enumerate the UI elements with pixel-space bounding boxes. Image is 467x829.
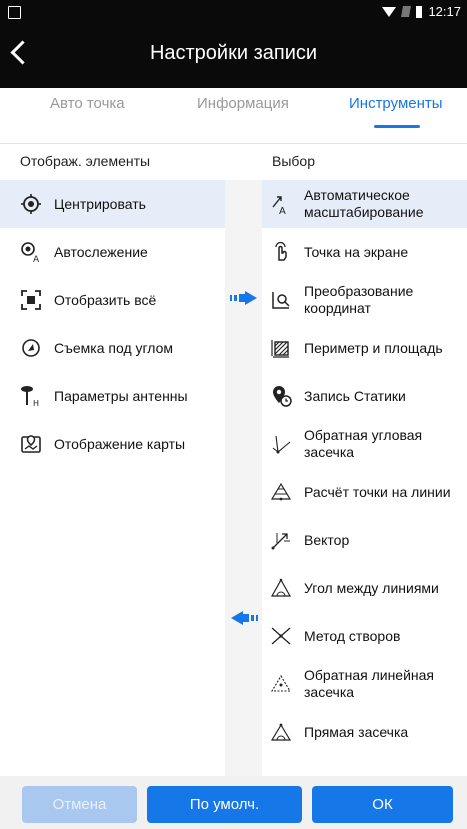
tab-information[interactable]: Информация xyxy=(197,95,289,112)
app-bar: Настройки записи xyxy=(0,24,467,88)
svg-text:A: A xyxy=(33,255,40,263)
list-item-show-all[interactable]: Отобразить всё xyxy=(0,276,225,324)
list-item-angle-between-lines[interactable]: Угол между линиями xyxy=(262,564,467,612)
list-item-label: Прямая засечка xyxy=(304,723,409,740)
list-item-tilt-survey[interactable]: Съемка под углом xyxy=(0,324,225,372)
list-item-antenna-params[interactable]: H Параметры антенны xyxy=(0,372,225,420)
list-item-label: Автоматическое масштабирование xyxy=(304,187,424,220)
selection-list: A Автоматическое масштабирование Точка н… xyxy=(262,180,467,756)
linear-resection-icon xyxy=(270,673,292,695)
list-item-auto-scaling[interactable]: A Автоматическое масштабирование xyxy=(262,180,467,228)
cancel-button[interactable]: Отмена xyxy=(22,786,137,823)
list-item-screen-point[interactable]: Точка на экране xyxy=(262,228,467,276)
vector-icon xyxy=(270,529,292,551)
list-item-auto-tracking[interactable]: A Автослежение xyxy=(0,228,225,276)
list-item-point-on-line[interactable]: Расчёт точки на линии xyxy=(262,468,467,516)
tab-auto-point[interactable]: Авто точка xyxy=(50,95,125,112)
tilt-survey-icon xyxy=(20,337,42,359)
list-item-label: Отображение карты xyxy=(54,435,186,452)
auto-scale-icon: A xyxy=(270,193,292,215)
list-item-label: Преобразование координат xyxy=(304,283,414,316)
button-bar: Отмена По умолч. ОК xyxy=(0,776,467,829)
ok-button[interactable]: ОК xyxy=(312,786,453,823)
no-sim-icon xyxy=(401,6,412,17)
displayed-elements-list: Центрировать A Автослежение Отобразить в… xyxy=(0,180,225,468)
list-item-static-record[interactable]: Запись Статики xyxy=(262,372,467,420)
move-right-arrow-icon[interactable] xyxy=(230,290,258,306)
list-item-label: Запись Статики xyxy=(304,387,406,404)
image-notification-icon xyxy=(8,6,21,19)
static-record-icon xyxy=(270,385,292,407)
svg-text:A: A xyxy=(279,206,286,215)
wifi-icon xyxy=(382,6,397,17)
fit-screen-icon xyxy=(20,289,42,311)
alignment-method-icon xyxy=(270,625,292,647)
list-item-label: Вектор xyxy=(304,531,350,548)
antenna-icon: H xyxy=(20,385,42,407)
list-item-map-display[interactable]: Отображение карты xyxy=(0,420,225,468)
map-display-icon xyxy=(20,433,42,455)
page-title: Настройки записи xyxy=(149,42,318,64)
list-item-perimeter-area[interactable]: Периметр и площадь xyxy=(262,324,467,372)
right-column-header: Выбор xyxy=(272,153,315,169)
tab-tools[interactable]: Инструменты xyxy=(349,95,443,112)
list-item-label: Параметры антенны xyxy=(54,387,188,404)
list-item-label: Метод створов xyxy=(304,627,401,644)
list-item-label: Угол между линиями xyxy=(304,579,439,596)
transfer-gutter xyxy=(225,180,262,776)
tab-bar: Авто точка Информация Инструменты xyxy=(0,88,467,144)
auto-tracking-icon: A xyxy=(20,241,42,263)
list-item-label: Центрировать xyxy=(54,195,146,212)
status-bar: 12:17 xyxy=(0,0,467,24)
angular-resection-icon xyxy=(270,433,292,455)
point-on-line-icon xyxy=(270,481,292,503)
list-item-label: Съемка под углом xyxy=(54,339,174,356)
list-item-label: Автослежение xyxy=(54,243,148,260)
list-item-label: Обратная угловая засечка xyxy=(304,427,423,460)
battery-icon xyxy=(416,5,423,18)
list-item-vector[interactable]: Вектор xyxy=(262,516,467,564)
center-target-icon xyxy=(20,193,42,215)
direct-intersection-icon xyxy=(270,721,292,743)
svg-text:H: H xyxy=(33,399,39,407)
angle-between-lines-icon xyxy=(270,577,292,599)
list-item-label: Периметр и площадь xyxy=(304,339,443,356)
active-tab-indicator xyxy=(374,125,420,128)
coordinate-transform-icon xyxy=(270,289,292,311)
move-left-arrow-icon[interactable] xyxy=(230,610,258,626)
list-item-alignment-method[interactable]: Метод створов xyxy=(262,612,467,660)
clock: 12:17 xyxy=(428,4,461,19)
list-item-coord-transform[interactable]: Преобразование координат xyxy=(262,276,467,324)
tap-hand-icon xyxy=(270,241,292,263)
list-item-center[interactable]: Центрировать xyxy=(0,180,225,228)
perimeter-area-icon xyxy=(270,337,292,359)
list-item-direct-intersection[interactable]: Прямая засечка xyxy=(262,708,467,756)
list-item-label: Обратная линейная засечка xyxy=(304,667,434,700)
list-item-label: Расчёт точки на линии xyxy=(304,483,451,500)
list-item-angular-resection[interactable]: Обратная угловая засечка xyxy=(262,420,467,468)
list-item-linear-resection[interactable]: Обратная линейная засечка xyxy=(262,660,467,708)
default-button[interactable]: По умолч. xyxy=(147,786,302,823)
list-item-label: Точка на экране xyxy=(304,243,409,260)
left-column-header: Отображ. элементы xyxy=(20,153,151,169)
list-item-label: Отобразить всё xyxy=(54,291,157,308)
